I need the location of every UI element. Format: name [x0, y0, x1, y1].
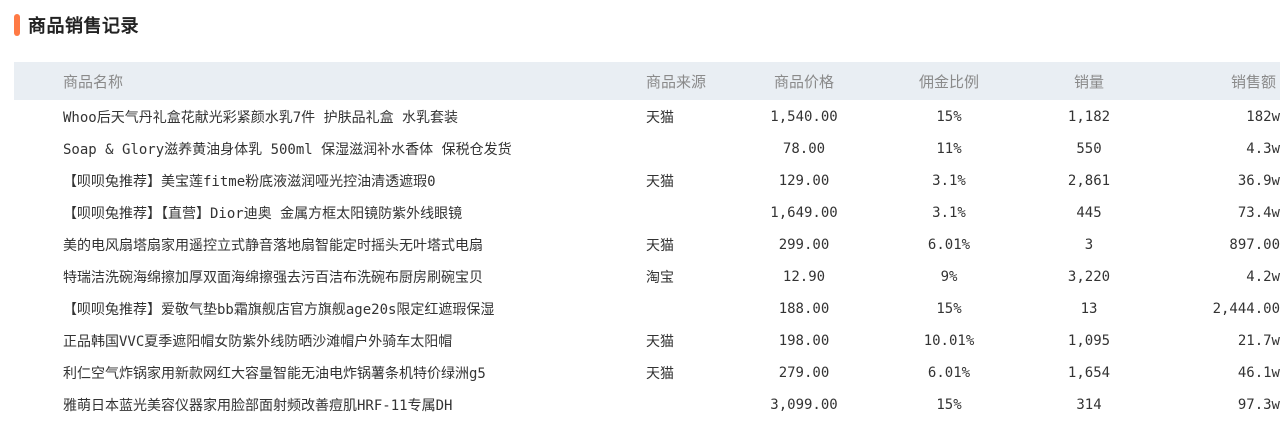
product-price: 188.00: [778, 301, 830, 317]
product-price: 12.90: [782, 269, 826, 285]
product-source: 天猫: [646, 110, 674, 126]
product-source: 淘宝: [646, 270, 674, 286]
table-row[interactable]: 【呗呗兔推荐】美宝莲fitme粉底液滋润哑光控油清透遮瑕0 天猫 129.00 …: [14, 165, 1280, 197]
commission-rate: 10.01%: [923, 333, 975, 349]
sales-count: 1,095: [1067, 333, 1111, 349]
sales-count: 2,861: [1067, 173, 1111, 189]
revenue: 97.3w: [1237, 397, 1280, 413]
product-name: 雅萌日本蓝光美容仪器家用脸部面射频改善痘肌HRF-11专属DH: [63, 398, 453, 414]
commission-rate: 15%: [936, 397, 962, 413]
revenue: 73.4w: [1237, 205, 1280, 221]
product-name: 利仁空气炸锅家用新款网红大容量智能无油电炸锅薯条机特价绿洲g5: [63, 366, 486, 382]
table-row[interactable]: Whoo后天气丹礼盒花献光彩紧颜水乳7件 护肤品礼盒 水乳套装 天猫 1,540…: [14, 101, 1280, 133]
product-source: 天猫: [646, 238, 674, 254]
column-header-commission: 佣金比例: [918, 72, 979, 91]
sales-count: 1,654: [1067, 365, 1111, 381]
table-row[interactable]: 美的电风扇塔扇家用遥控立式静音落地扇智能定时摇头无叶塔式电扇 天猫 299.00…: [14, 229, 1280, 261]
page-title: 商品销售记录: [28, 16, 139, 37]
sales-count: 1,182: [1067, 109, 1111, 125]
sales-count: 13: [1080, 301, 1098, 317]
revenue: 46.1w: [1237, 365, 1280, 381]
product-price: 129.00: [778, 173, 830, 189]
revenue: 182w: [1246, 109, 1280, 125]
sales-count: 3,220: [1067, 269, 1111, 285]
sales-count: 314: [1076, 397, 1102, 413]
product-name: 正品韩国VVC夏季遮阳帽女防紫外线防晒沙滩帽户外骑车太阳帽: [63, 334, 453, 350]
product-source: 天猫: [646, 366, 674, 382]
product-price: 279.00: [778, 365, 830, 381]
sales-count: 550: [1076, 141, 1102, 157]
table-row[interactable]: 利仁空气炸锅家用新款网红大容量智能无油电炸锅薯条机特价绿洲g5 天猫 279.0…: [14, 357, 1280, 389]
product-source: 天猫: [646, 334, 674, 350]
table-row[interactable]: 特瑞洁洗碗海绵擦加厚双面海绵擦强去污百洁布洗碗布厨房刷碗宝贝 淘宝 12.90 …: [14, 261, 1280, 293]
commission-rate: 6.01%: [927, 237, 971, 253]
sales-count: 445: [1076, 205, 1102, 221]
product-price: 198.00: [778, 333, 830, 349]
product-name: 【呗呗兔推荐】爱敬气垫bb霜旗舰店官方旗舰age20s限定红遮瑕保湿: [63, 302, 495, 318]
table-row[interactable]: 正品韩国VVC夏季遮阳帽女防紫外线防晒沙滩帽户外骑车太阳帽 天猫 198.00 …: [14, 325, 1280, 357]
column-header-price: 商品价格: [773, 72, 834, 91]
commission-rate: 3.1%: [932, 205, 966, 221]
revenue: 36.9w: [1237, 173, 1280, 189]
table-row[interactable]: Soap & Glory滋养黄油身体乳 500ml 保湿滋润补水香体 保税仓发货…: [14, 133, 1280, 165]
column-header-revenue: 销售额: [1230, 72, 1276, 91]
accent-bar: [14, 14, 20, 36]
product-price: 3,099.00: [770, 397, 838, 413]
column-header-sales: 销量: [1073, 72, 1104, 91]
product-name: Whoo后天气丹礼盒花献光彩紧颜水乳7件 护肤品礼盒 水乳套装: [63, 110, 458, 126]
product-price: 299.00: [778, 237, 830, 253]
table-row[interactable]: 【呗呗兔推荐】【直营】Dior迪奥 金属方框太阳镜防紫外线眼镜 1,649.00…: [14, 197, 1280, 229]
table-row[interactable]: 雅萌日本蓝光美容仪器家用脸部面射频改善痘肌HRF-11专属DH 3,099.00…: [14, 389, 1280, 421]
commission-rate: 9%: [940, 269, 958, 285]
product-name: 美的电风扇塔扇家用遥控立式静音落地扇智能定时摇头无叶塔式电扇: [63, 238, 483, 254]
commission-rate: 3.1%: [932, 173, 966, 189]
commission-rate: 15%: [936, 109, 962, 125]
product-name: 特瑞洁洗碗海绵擦加厚双面海绵擦强去污百洁布洗碗布厨房刷碗宝贝: [63, 270, 483, 286]
product-source: 天猫: [646, 174, 674, 190]
column-header-source: 商品来源: [646, 72, 707, 91]
revenue: 4.3w: [1246, 141, 1280, 157]
commission-rate: 6.01%: [927, 365, 971, 381]
product-price: 78.00: [782, 141, 826, 157]
sales-count: 3: [1084, 237, 1094, 253]
product-name: Soap & Glory滋养黄油身体乳 500ml 保湿滋润补水香体 保税仓发货: [63, 142, 512, 158]
revenue: 2,444.00: [1212, 301, 1280, 317]
commission-rate: 15%: [936, 301, 962, 317]
revenue: 897.00: [1229, 237, 1280, 253]
product-price: 1,649.00: [770, 205, 838, 221]
commission-rate: 11%: [936, 141, 962, 157]
revenue: 21.7w: [1237, 333, 1280, 349]
table-row[interactable]: 【呗呗兔推荐】爱敬气垫bb霜旗舰店官方旗舰age20s限定红遮瑕保湿 188.0…: [14, 293, 1280, 325]
sales-table: 商品名称 商品来源 商品价格 佣金比例 销量 销售额 Whoo后天气丹礼盒花献光…: [14, 62, 1280, 421]
column-header-name: 商品名称: [63, 72, 124, 91]
product-price: 1,540.00: [770, 109, 838, 125]
product-name: 【呗呗兔推荐】美宝莲fitme粉底液滋润哑光控油清透遮瑕0: [63, 174, 436, 190]
product-name: 【呗呗兔推荐】【直营】Dior迪奥 金属方框太阳镜防紫外线眼镜: [63, 206, 463, 222]
table-header-row: 商品名称 商品来源 商品价格 佣金比例 销量 销售额: [14, 62, 1280, 100]
revenue: 4.2w: [1246, 269, 1280, 285]
section-header: 商品销售记录: [14, 12, 139, 38]
